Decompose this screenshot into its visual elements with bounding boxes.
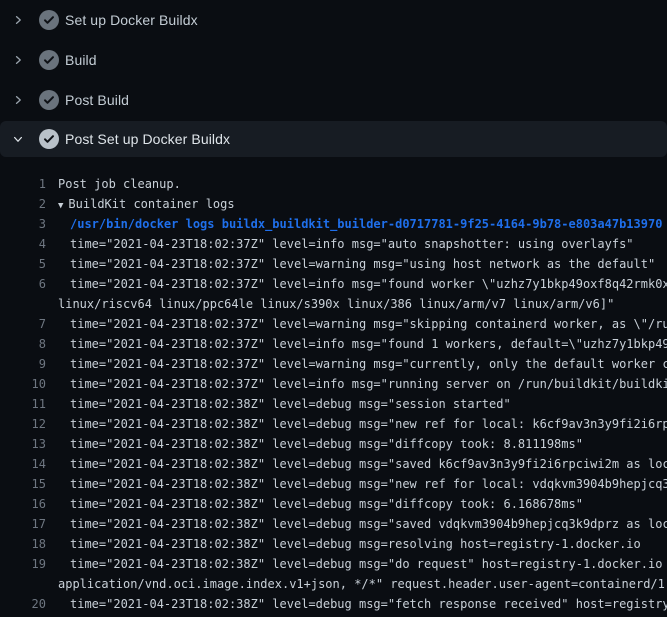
- line-number[interactable]: 7: [0, 314, 46, 334]
- log-text: linux/riscv64 linux/ppc64le linux/s390x …: [58, 294, 614, 314]
- log-line: 6 time="2021-04-23T18:02:37Z" level=info …: [0, 274, 667, 294]
- log-line: 15 time="2021-04-23T18:02:38Z" level=debu…: [0, 474, 667, 494]
- line-number[interactable]: 5: [0, 254, 46, 274]
- line-number[interactable]: 12: [0, 414, 46, 434]
- log-text: time="2021-04-23T18:02:38Z" level=debug …: [70, 534, 641, 554]
- group-label[interactable]: BuildKit container logs: [68, 197, 234, 211]
- log-line: 16 time="2021-04-23T18:02:38Z" level=debu…: [0, 494, 667, 514]
- log-lines: 1 Post job cleanup. 2 ▼ BuildKit container l…: [0, 174, 667, 614]
- log-text: time="2021-04-23T18:02:38Z" level=debug …: [70, 454, 667, 474]
- log-line: 18 time="2021-04-23T18:02:38Z" level=debu…: [0, 534, 667, 554]
- log-line: 17 time="2021-04-23T18:02:38Z" level=debu…: [0, 514, 667, 534]
- check-circle-icon: [39, 129, 59, 149]
- log-line: 4 time="2021-04-23T18:02:37Z" level=info …: [0, 234, 667, 254]
- line-number[interactable]: 9: [0, 354, 46, 374]
- line-number[interactable]: 18: [0, 534, 46, 554]
- check-circle-icon: [39, 10, 59, 30]
- log-text: time="2021-04-23T18:02:38Z" level=debug …: [70, 594, 667, 614]
- step-label: Set up Docker Buildx: [65, 12, 198, 28]
- log-line: 10 time="2021-04-23T18:02:37Z" level=info…: [0, 374, 667, 394]
- log-line: 3/usr/bin/docker logs buildx_buildkit_bu…: [0, 214, 667, 234]
- check-circle-icon: [39, 90, 59, 110]
- line-number[interactable]: 4: [0, 234, 46, 254]
- line-number[interactable]: 19: [0, 554, 46, 574]
- log-line-continuation: application/vnd.oci.image.index.v1+json,…: [0, 574, 667, 594]
- log-line: 5 time="2021-04-23T18:02:37Z" level=warni…: [0, 254, 667, 274]
- log-text: time="2021-04-23T18:02:38Z" level=debug …: [70, 394, 511, 414]
- log-line: 1 Post job cleanup.: [0, 174, 667, 194]
- check-circle-icon: [39, 50, 59, 70]
- log-line: 11 time="2021-04-23T18:02:38Z" level=debu…: [0, 394, 667, 414]
- log-text: Post job cleanup.: [58, 174, 181, 194]
- log-text: time="2021-04-23T18:02:38Z" level=debug …: [70, 434, 583, 454]
- log-line: 19 time="2021-04-23T18:02:38Z" level=debu…: [0, 554, 667, 574]
- line-number[interactable]: 6: [0, 274, 46, 294]
- line-number: [0, 574, 46, 594]
- log-text: time="2021-04-23T18:02:37Z" level=warnin…: [70, 254, 655, 274]
- log-text: time="2021-04-23T18:02:38Z" level=debug …: [70, 494, 583, 514]
- line-number[interactable]: 14: [0, 454, 46, 474]
- step-label: Build: [65, 52, 97, 68]
- log-line: 7 time="2021-04-23T18:02:37Z" level=warni…: [0, 314, 667, 334]
- log-text: time="2021-04-23T18:02:38Z" level=debug …: [70, 414, 667, 434]
- line-number[interactable]: 17: [0, 514, 46, 534]
- line-number[interactable]: 1: [0, 174, 46, 194]
- step-row-post-setup-docker-buildx[interactable]: Post Set up Docker Buildx: [0, 121, 667, 157]
- log-line: 13 time="2021-04-23T18:02:38Z" level=debu…: [0, 434, 667, 454]
- log-line: 8 time="2021-04-23T18:02:37Z" level=info …: [0, 334, 667, 354]
- line-number[interactable]: 3: [0, 214, 46, 234]
- log-line: 12 time="2021-04-23T18:02:38Z" level=debu…: [0, 414, 667, 434]
- line-number[interactable]: 20: [0, 594, 46, 614]
- log-line-continuation: linux/riscv64 linux/ppc64le linux/s390x …: [0, 294, 667, 314]
- step-row-build[interactable]: Build: [0, 40, 667, 80]
- log-text: time="2021-04-23T18:02:37Z" level=info m…: [70, 234, 634, 254]
- log-text: time="2021-04-23T18:02:37Z" level=info m…: [70, 274, 667, 294]
- step-label: Post Build: [65, 92, 129, 108]
- step-row-setup-docker-buildx[interactable]: Set up Docker Buildx: [0, 0, 667, 40]
- line-number[interactable]: 13: [0, 434, 46, 454]
- log-panel: 1 Post job cleanup. 2 ▼ BuildKit container l…: [0, 157, 667, 617]
- chevron-right-icon: [12, 54, 24, 66]
- log-line: 2 ▼ BuildKit container logs: [0, 194, 667, 214]
- log-text: time="2021-04-23T18:02:38Z" level=debug …: [70, 514, 667, 534]
- line-number[interactable]: 2: [0, 194, 46, 214]
- log-text: application/vnd.oci.image.index.v1+json,…: [58, 574, 667, 594]
- line-number[interactable]: 10: [0, 374, 46, 394]
- log-line: 20 time="2021-04-23T18:02:38Z" level=debu…: [0, 594, 667, 614]
- log-text: time="2021-04-23T18:02:38Z" level=debug …: [70, 554, 667, 574]
- log-command-text: /usr/bin/docker logs buildx_buildkit_bui…: [70, 214, 662, 234]
- line-number[interactable]: 8: [0, 334, 46, 354]
- log-text: time="2021-04-23T18:02:37Z" level=info m…: [70, 334, 667, 354]
- line-number[interactable]: 15: [0, 474, 46, 494]
- line-number: [0, 294, 46, 314]
- line-number[interactable]: 11: [0, 394, 46, 414]
- log-line: 9 time="2021-04-23T18:02:37Z" level=warni…: [0, 354, 667, 374]
- log-text: time="2021-04-23T18:02:38Z" level=debug …: [70, 474, 667, 494]
- step-row-post-build[interactable]: Post Build: [0, 80, 667, 120]
- group-toggle-icon[interactable]: ▼: [58, 201, 63, 211]
- log-text: time="2021-04-23T18:02:37Z" level=info m…: [70, 374, 667, 394]
- log-text: ▼ BuildKit container logs: [58, 194, 235, 214]
- log-text: time="2021-04-23T18:02:37Z" level=warnin…: [70, 314, 667, 334]
- steps-panel: Set up Docker Buildx Build Post Build Po…: [0, 0, 667, 157]
- chevron-right-icon: [12, 94, 24, 106]
- step-label: Post Set up Docker Buildx: [65, 131, 230, 147]
- log-line: 14 time="2021-04-23T18:02:38Z" level=debu…: [0, 454, 667, 474]
- line-number[interactable]: 16: [0, 494, 46, 514]
- chevron-down-icon: [12, 133, 24, 145]
- log-text: time="2021-04-23T18:02:37Z" level=warnin…: [70, 354, 667, 374]
- chevron-right-icon: [12, 14, 24, 26]
